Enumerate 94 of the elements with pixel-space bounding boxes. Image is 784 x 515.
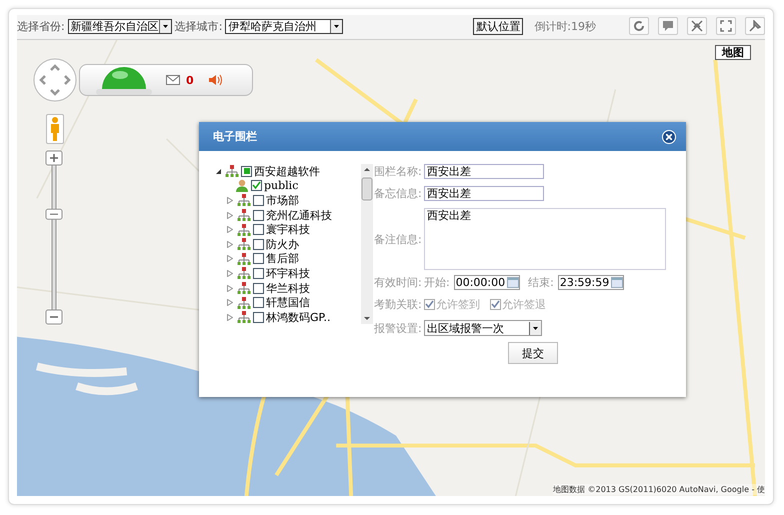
caret-icon[interactable]: [158, 20, 171, 32]
org-icon: [237, 252, 251, 265]
map-type-button[interactable]: 地图: [715, 45, 751, 60]
message-count: 0: [186, 74, 194, 86]
pin-icon: [749, 20, 761, 32]
expand-arrow-icon[interactable]: [227, 299, 233, 306]
end-label: 结束:: [528, 275, 554, 290]
field-label: 报警设置:: [374, 320, 420, 336]
org-icon: [237, 224, 251, 236]
expand-arrow-icon[interactable]: [227, 270, 233, 277]
caret-icon[interactable]: [529, 322, 541, 334]
org-icon: [237, 267, 251, 280]
speaker-icon[interactable]: [208, 74, 222, 86]
text-area[interactable]: 西安出差: [424, 208, 666, 270]
collapse-arrow-icon[interactable]: [215, 168, 221, 175]
checkbox[interactable]: [253, 224, 264, 236]
alarm-light-icon: [94, 65, 154, 95]
tree-item[interactable]: 售后部: [266, 251, 299, 266]
org-icon: [237, 282, 251, 294]
calendar-icon[interactable]: [611, 277, 624, 288]
pan-control[interactable]: [33, 58, 77, 102]
speech-bubble-icon: [662, 20, 674, 32]
tree-item[interactable]: 兖州亿通科技: [266, 208, 332, 223]
default-position-button[interactable]: 默认位置: [473, 18, 524, 34]
message-button[interactable]: [658, 17, 678, 35]
calendar-icon[interactable]: [507, 277, 520, 288]
tree-item[interactable]: 华兰科技: [266, 280, 310, 296]
checkbox[interactable]: [253, 253, 264, 264]
field-label: 有效时间:: [374, 275, 420, 290]
measure-button[interactable]: [687, 17, 707, 35]
city-label: 选择城市:: [174, 18, 222, 34]
scrollbar[interactable]: [361, 164, 373, 324]
checkbox[interactable]: [251, 180, 262, 192]
tree-item[interactable]: 市场部: [266, 192, 299, 208]
org-icon: [237, 238, 251, 250]
countdown-text: 倒计时:19秒: [534, 18, 596, 34]
field-label: 考勤关联:: [374, 297, 420, 312]
org-icon: [237, 296, 251, 309]
org-icon: [237, 311, 251, 324]
pegman-icon[interactable]: [46, 114, 64, 144]
org-icon: [225, 165, 239, 178]
tree-item[interactable]: 林鸿数码GP..: [266, 310, 330, 325]
start-time-field[interactable]: 00:00:00: [454, 275, 520, 290]
checkbox[interactable]: [253, 297, 264, 308]
refresh-button[interactable]: [629, 17, 649, 35]
user-icon: [235, 179, 249, 192]
tree-item[interactable]: 轩慧国信: [266, 295, 310, 310]
checkbox[interactable]: [253, 312, 264, 323]
expand-arrow-icon[interactable]: [227, 255, 233, 262]
expand-arrow-icon[interactable]: [227, 314, 233, 321]
close-button[interactable]: [662, 130, 676, 144]
fullscreen-button[interactable]: [716, 17, 736, 35]
expand-arrow-icon[interactable]: [227, 212, 233, 219]
tick-icon: [252, 181, 261, 190]
fullscreen-icon: [720, 20, 732, 32]
alarm-select[interactable]: 出区域报警一次: [424, 320, 542, 336]
caret-icon[interactable]: [330, 20, 342, 32]
pin-button[interactable]: [745, 17, 765, 35]
dialog-title: 电子围栏: [213, 129, 257, 144]
checkbox[interactable]: [253, 194, 264, 206]
close-icon: [666, 134, 672, 140]
tree-item[interactable]: 环宇科技: [266, 266, 310, 281]
field-label: 备忘信息:: [374, 186, 420, 201]
start-label: 开始:: [424, 275, 450, 290]
checkbox[interactable]: [241, 166, 252, 177]
tree-item[interactable]: public: [264, 179, 298, 192]
envelope-icon[interactable]: [166, 75, 180, 85]
cross-lines-icon: [691, 20, 703, 32]
org-icon: [237, 194, 251, 206]
tick-icon: [425, 300, 434, 309]
tick-icon: [491, 300, 500, 309]
org-icon: [237, 209, 251, 222]
expand-arrow-icon[interactable]: [227, 226, 233, 234]
submit-button[interactable]: 提交: [508, 342, 558, 364]
tree-item[interactable]: 寰宇科技: [266, 222, 310, 238]
checkbox[interactable]: [253, 282, 264, 294]
province-select[interactable]: 新疆维吾尔自治区: [68, 18, 172, 34]
map-attribution: 地图数据 ©2013 GS(2011)6020 AutoNavi, Google - 使: [553, 484, 765, 495]
tree-item[interactable]: 西安超越软件: [254, 164, 320, 179]
checkbox[interactable]: [253, 210, 264, 221]
input-field[interactable]: 西安出差: [424, 164, 544, 179]
province-label: 选择省份:: [17, 18, 65, 34]
checkbox[interactable]: [253, 238, 264, 250]
tree-item[interactable]: 防火办: [266, 236, 299, 252]
expand-arrow-icon[interactable]: [227, 240, 233, 248]
checkbox[interactable]: [253, 268, 264, 279]
input-field[interactable]: 西安出差: [424, 186, 544, 201]
expand-arrow-icon[interactable]: [227, 196, 233, 204]
expand-arrow-icon[interactable]: [227, 284, 233, 292]
end-time-field[interactable]: 23:59:59: [558, 275, 624, 290]
refresh-icon: [633, 20, 645, 32]
city-select[interactable]: 伊犁哈萨克自治州: [225, 18, 344, 34]
field-label: 围栏名称:: [374, 164, 420, 179]
field-label: 备注信息:: [374, 232, 420, 246]
